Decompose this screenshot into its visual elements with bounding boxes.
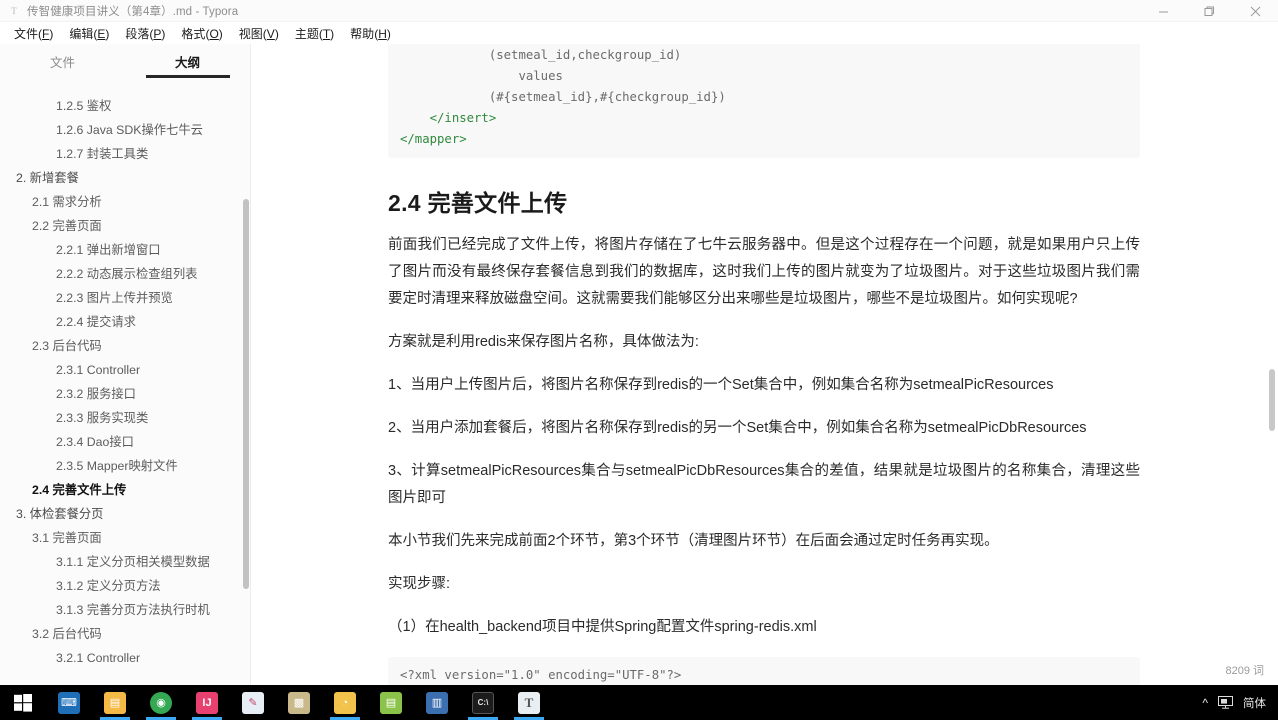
paragraph-substep-1: （1）在health_backend项目中提供Spring配置文件spring-… [388,619,817,635]
minimize-button[interactable] [1140,0,1186,22]
paragraph-plan: 方案就是利用redis来保存图片名称，具体做法为: [388,334,699,350]
outline-item[interactable]: 3.1.3 完善分页方法执行时机 [0,598,251,622]
outline-item[interactable]: 3. 体检套餐分页 [0,502,251,526]
outline-item[interactable]: 3.1 完善页面 [0,526,251,550]
menu-help[interactable]: 帮助(H) [342,23,399,44]
outline-item[interactable]: 1.2.5 鉴权 [0,94,251,118]
paint-app-icon: ✎ [242,691,264,714]
editor-content[interactable]: insert into t_setmeal_checkgroup (setmea… [252,44,1278,685]
taskbar-app-command-prompt[interactable]: C:\ [460,685,506,720]
intellij-idea-icon: IJ [196,691,218,714]
taskbar-app-paint-app[interactable]: ✎ [230,685,276,720]
taskbar-app-file-explorer[interactable]: ▤ [92,685,138,720]
outline-item[interactable]: 1.2.7 封装工具类 [0,142,251,166]
outline-item[interactable]: 2.2.1 弹出新增窗口 [0,238,251,262]
tab-outline[interactable]: 大纲 [125,52,250,78]
taskbar-app-google-chrome[interactable]: ◉ [138,685,184,720]
typora-icon: T [518,691,540,714]
taskbar-app-navicat[interactable]: ◔ [322,685,368,720]
excel-chart-app-icon: ▥ [426,691,448,714]
outline-item[interactable]: 2. 新增套餐 [0,166,251,190]
start-button[interactable] [0,685,46,720]
taskbar-app-notepad-app[interactable]: ▤ [368,685,414,720]
paragraph-steps-label: 实现步骤: [388,576,451,592]
paragraph-intro: 前面我们已经完成了文件上传，将图片存储在了七牛云服务器中。但是这个过程存在一个问… [388,237,1140,307]
outline-item[interactable]: 3.2.1 Controller [0,646,251,667]
google-chrome-icon: ◉ [150,691,172,714]
sidebar: 文件 大纲 1.2.5 鉴权 1.2.6 Java SDK操作七牛云 1.2.7 封… [0,44,304,685]
close-button[interactable] [1232,0,1278,22]
paragraph-summary: 本小节我们先来完成前面2个环节，第3个环节（清理图片环节）在后面会通过定时任务再… [388,533,999,549]
menu-edit[interactable]: 编辑(E) [61,23,117,44]
outline-item[interactable]: 2.1 需求分析 [0,190,251,214]
outline-item[interactable]: 2.3.3 服务实现类 [0,406,251,430]
taskbar-app-task-view[interactable]: ⌨ [46,685,92,720]
typora-icon: T [11,5,17,16]
taskbar-app-installer-app[interactable]: ▩ [276,685,322,720]
navicat-icon: ◔ [334,691,356,714]
menu-paragraph[interactable]: 段落(P) [117,23,173,44]
menu-format[interactable]: 格式(O) [173,23,230,44]
outline-item[interactable]: 3.1.2 定义分页方法 [0,574,251,598]
taskbar-app-excel-chart-app[interactable]: ▥ [414,685,460,720]
notepad-app-icon: ▤ [380,691,402,714]
monitor-icon[interactable] [1218,696,1233,709]
installer-app-icon: ▩ [288,691,310,714]
outline-list[interactable]: 1.2.5 鉴权 1.2.6 Java SDK操作七牛云 1.2.7 封装工具类 2.… [0,84,251,667]
outline-item[interactable]: 2.3.1 Controller [0,358,251,382]
code-block-mapper-xml[interactable]: insert into t_setmeal_checkgroup (setmea… [388,44,1140,158]
maximize-button[interactable] [1186,0,1232,22]
command-prompt-icon: C:\ [472,691,494,714]
outline-item[interactable]: 2.2 完善页面 [0,214,251,238]
title-bar: T 传智健康项目讲义（第4章）.md - Typora [0,0,1278,22]
task-view-icon: ⌨ [58,691,80,714]
outline-item[interactable]: 2.2.4 提交请求 [0,310,251,334]
menu-view[interactable]: 视图(V) [231,23,287,44]
menu-file[interactable]: 文件(F) [6,23,61,44]
file-explorer-icon: ▤ [104,691,126,714]
document-body: insert into t_setmeal_checkgroup (setmea… [252,44,1262,685]
word-count-status[interactable]: 8209 词 [1225,662,1264,678]
outline-item[interactable]: 2.4 完善文件上传 [0,478,251,502]
window-title: 传智健康项目讲义（第4章）.md - Typora [27,5,239,18]
paragraph-step-2: 2、当用户添加套餐后，将图片名称保存到redis的另一个Set集合中，例如集合名… [388,420,1087,436]
outline-item[interactable]: 2.3.4 Dao接口 [0,430,251,454]
outline-item[interactable]: 3.1.1 定义分页相关模型数据 [0,550,251,574]
taskbar-app-intellij-idea[interactable]: IJ [184,685,230,720]
ime-indicator[interactable]: 简体 [1243,695,1266,711]
outline-item[interactable]: 1.2.6 Java SDK操作七牛云 [0,118,251,142]
menu-bar: 文件(F) 编辑(E) 段落(P) 格式(O) 视图(V) 主题(T) 帮助(H… [0,22,1278,44]
page-title: 2.4 完善文件上传 [388,190,568,216]
sidebar-tabs: 文件 大纲 [0,44,250,78]
tray-chevron-icon[interactable]: ^ [1202,696,1208,710]
editor-scrollbar-thumb[interactable] [1269,369,1275,431]
sidebar-scrollbar-thumb[interactable] [243,199,249,589]
menu-theme[interactable]: 主题(T) [287,23,342,44]
outline-item[interactable]: 2.2.3 图片上传并预览 [0,286,251,310]
outline-item[interactable]: 2.3 后台代码 [0,334,251,358]
outline-item[interactable]: 2.3.5 Mapper映射文件 [0,454,251,478]
code-block-spring-redis-xml[interactable]: <?xml version="1.0" encoding="UTF-8"?> <… [388,657,1140,685]
taskbar-app-typora[interactable]: T [506,685,552,720]
windows-taskbar: ⌨ ▤ ◉ IJ ✎ ▩ ◔ ▤ ▥ C:\ T ^ 简体 [0,685,1278,720]
paragraph-step-3: 3、计算setmealPicResources集合与setmealPicDbRe… [388,463,1140,506]
typora-window: T 传智健康项目讲义（第4章）.md - Typora 文件(F) 编辑(E) … [0,0,1278,720]
paragraph-step-1: 1、当用户上传图片后，将图片名称保存到redis的一个Set集合中，例如集合名称… [388,377,1054,393]
outline-item[interactable]: 2.2.2 动态展示检查组列表 [0,262,251,286]
outline-item[interactable]: 3.2 后台代码 [0,622,251,646]
system-tray: ^ 简体 [1202,685,1278,720]
window-controls [1140,0,1278,22]
tab-files[interactable]: 文件 [0,52,125,78]
outline-item[interactable]: 2.3.2 服务接口 [0,382,251,406]
